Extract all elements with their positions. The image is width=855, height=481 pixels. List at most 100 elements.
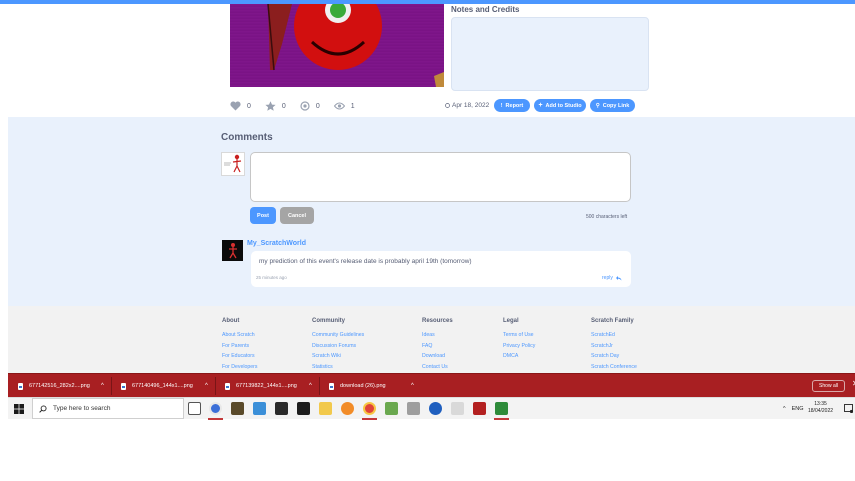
app-icon[interactable]: [385, 402, 398, 415]
remixes-count: 0: [315, 102, 320, 110]
taskbar-search-input[interactable]: Type here to search: [32, 398, 184, 419]
commenter-avatar-image: [222, 240, 243, 261]
download-filename: 677140496_144x1....png: [132, 383, 193, 389]
download-item[interactable]: 677140496_144x1....png ^: [121, 374, 213, 398]
file-icon: [18, 382, 23, 390]
footer-link[interactable]: Scratch Conference: [591, 362, 637, 373]
footer-link[interactable]: ScratchEd: [591, 330, 637, 341]
app-icon[interactable]: [451, 402, 464, 415]
stage-artwork: [230, 4, 444, 87]
chevron-up-icon[interactable]: ^: [309, 383, 312, 389]
footer-link[interactable]: Scratch Wiki: [312, 351, 364, 362]
windows-start-icon[interactable]: [12, 402, 26, 416]
show-all-button[interactable]: Show all: [812, 380, 845, 392]
report-button[interactable]: ! Report: [494, 99, 530, 112]
footer-link[interactable]: About Scratch: [222, 330, 257, 341]
footer-link[interactable]: Scratch Day: [591, 351, 637, 362]
active-app-indicator: [362, 418, 377, 420]
system-tray: ^ ENG: [783, 398, 804, 419]
footer-heading-resources: Resources: [422, 318, 453, 324]
divider: [111, 377, 112, 395]
app-icon[interactable]: [297, 402, 310, 415]
calendar-icon: [445, 103, 450, 108]
footer-link[interactable]: For Parents: [222, 341, 257, 352]
footer-link[interactable]: Download: [422, 351, 453, 362]
footer-link[interactable]: Terms of Use: [503, 330, 535, 341]
footer-link[interactable]: For Educators: [222, 351, 257, 362]
file-icon: [225, 382, 230, 390]
comment-username[interactable]: My_ScratchWorld: [247, 240, 306, 247]
download-item[interactable]: download (26).png ^: [329, 374, 419, 398]
comment-textarea[interactable]: [250, 152, 631, 202]
eye-icon: [333, 102, 345, 110]
file-icon: [121, 382, 126, 390]
project-stage-thumbnail[interactable]: [230, 4, 444, 87]
language-indicator[interactable]: ENG: [792, 406, 804, 412]
star-icon: [265, 101, 276, 111]
clock-time: 13:35: [814, 401, 827, 407]
taskbar-clock[interactable]: 13:35 18/04/2022: [808, 401, 833, 415]
footer-col-resources: Resources Ideas FAQ Download Contact Us: [422, 318, 453, 373]
footer-link[interactable]: Ideas: [422, 330, 453, 341]
footer-link[interactable]: For Developers: [222, 362, 257, 373]
project-area: Notes and Credits 0 0 0 1 Apr 18, 2022 !…: [8, 4, 855, 117]
app-icon[interactable]: [429, 402, 442, 415]
current-user-avatar: [221, 152, 245, 176]
reply-button[interactable]: reply: [602, 275, 622, 281]
footer-link[interactable]: Community Guidelines: [312, 330, 364, 341]
chevron-up-icon[interactable]: ^: [101, 383, 104, 389]
favorites-stat[interactable]: 0: [265, 101, 286, 111]
heart-icon: [230, 101, 241, 111]
browser-app-icon[interactable]: [209, 402, 222, 415]
app-icon[interactable]: [341, 402, 354, 415]
comment-bubble: my prediction of this event's release da…: [251, 251, 631, 287]
footer-col-community: Community Community Guidelines Discussio…: [312, 318, 364, 373]
footer-link[interactable]: DMCA: [503, 351, 535, 362]
app-icon[interactable]: [407, 402, 420, 415]
download-item[interactable]: 677142516_282x2....png ^: [18, 374, 106, 398]
report-label: Report: [505, 102, 524, 109]
tray-chevron-icon[interactable]: ^: [783, 406, 786, 412]
chrome-icon[interactable]: [363, 402, 376, 415]
reply-arrow-icon: [615, 275, 622, 280]
app-icon[interactable]: [231, 402, 244, 415]
plus-icon: +: [538, 102, 543, 109]
notes-and-credits-title: Notes and Credits: [451, 5, 520, 14]
footer-link[interactable]: FAQ: [422, 341, 453, 352]
copy-link-button[interactable]: ⚲ Copy Link: [590, 99, 635, 112]
add-to-studio-label: Add to Studio: [545, 102, 582, 109]
comment-timestamp: 25 minutes ago: [256, 275, 287, 280]
download-filename: 677139822_144x1....png: [236, 383, 297, 389]
link-icon: ⚲: [595, 102, 600, 109]
footer-link[interactable]: Discussion Forums: [312, 341, 364, 352]
chevron-up-icon[interactable]: ^: [205, 383, 208, 389]
cancel-button[interactable]: Cancel: [280, 207, 314, 224]
commenter-avatar[interactable]: [222, 240, 243, 261]
folder-icon[interactable]: [319, 402, 332, 415]
loves-stat[interactable]: 0: [230, 101, 251, 111]
active-app-indicator: [208, 418, 223, 420]
app-icon[interactable]: [253, 402, 266, 415]
comments-heading: Comments: [221, 132, 273, 143]
app-icon[interactable]: [275, 402, 288, 415]
app-icon[interactable]: [473, 402, 486, 415]
views-count: 1: [350, 102, 355, 110]
post-button[interactable]: Post: [250, 207, 276, 224]
divider: [215, 377, 216, 395]
site-footer: About About Scratch For Parents For Educ…: [8, 306, 855, 373]
notifications-icon[interactable]: [844, 404, 853, 413]
footer-col-legal: Legal Terms of Use Privacy Policy DMCA: [503, 318, 535, 362]
add-to-studio-button[interactable]: + Add to Studio: [534, 99, 586, 112]
chevron-up-icon[interactable]: ^: [411, 383, 414, 389]
download-item[interactable]: 677139822_144x1....png ^: [225, 374, 317, 398]
notes-and-credits-box[interactable]: [451, 17, 649, 91]
task-view-icon[interactable]: [188, 402, 201, 415]
download-filename: download (26).png: [340, 383, 386, 389]
footer-link[interactable]: ScratchJr: [591, 341, 637, 352]
app-icon[interactable]: [495, 402, 508, 415]
footer-link[interactable]: Statistics: [312, 362, 364, 373]
downloads-bar: 677142516_282x2....png ^ 677140496_144x1…: [8, 373, 855, 397]
comment-text: my prediction of this event's release da…: [259, 258, 472, 265]
footer-link[interactable]: Privacy Policy: [503, 341, 535, 352]
footer-link[interactable]: Contact Us: [422, 362, 453, 373]
